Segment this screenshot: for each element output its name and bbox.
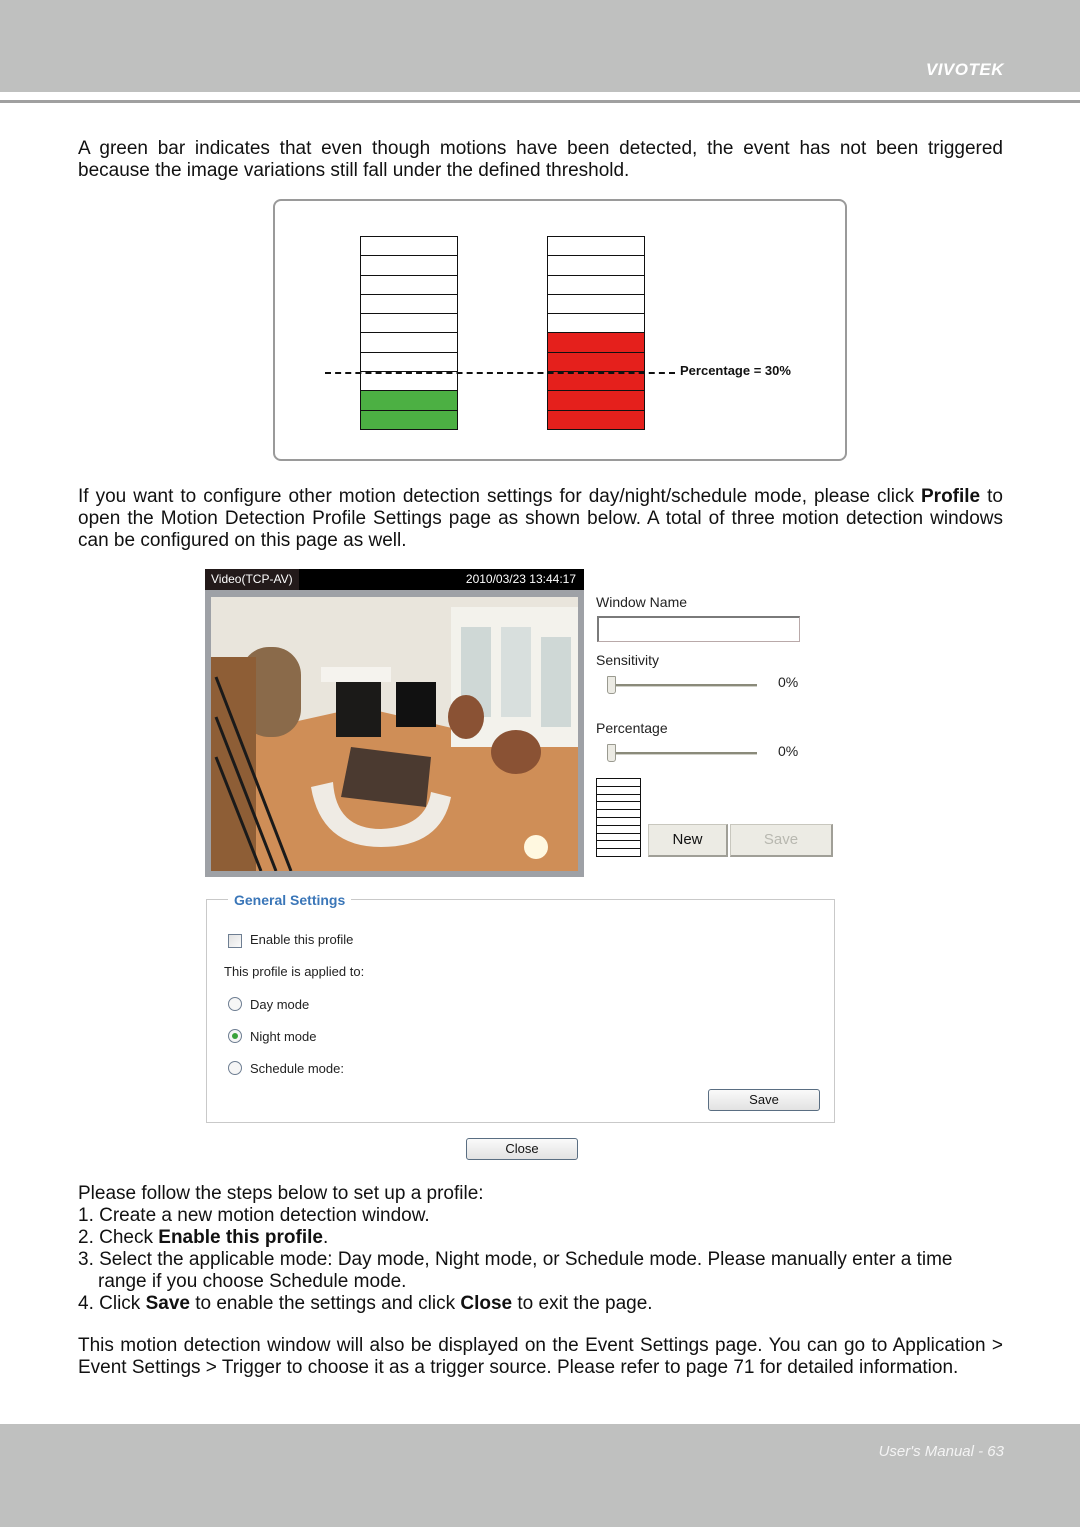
profile-text-1: If you want to configure other motion de… [78, 486, 921, 507]
night-mode-radio[interactable] [228, 1029, 242, 1043]
meter-segment [597, 816, 640, 825]
bar-segment [548, 293, 644, 314]
bar-segment [548, 390, 644, 410]
bar-segment [548, 409, 644, 429]
step-4-text-e: to exit the page. [512, 1293, 653, 1314]
motion-bar-below-threshold [360, 236, 458, 430]
meter-segment [597, 801, 640, 810]
step-2: 2. Check Enable this profile. [78, 1227, 1003, 1249]
step-3: 3. Select the applicable mode: Day mode,… [78, 1249, 1003, 1293]
new-window-button[interactable]: New [648, 824, 728, 857]
schedule-mode-radio[interactable] [228, 1061, 242, 1075]
threshold-label: Percentage = 30% [680, 362, 791, 378]
bar-segment [548, 351, 644, 372]
sensitivity-label: Sensitivity [596, 652, 660, 668]
bar-segment [361, 409, 457, 429]
step-2-bold: Enable this profile [158, 1227, 323, 1248]
video-panel: Video(TCP-AV) 2010/03/23 13:44:17 [205, 569, 584, 877]
save-profile-button[interactable]: Save [708, 1089, 820, 1111]
window-name-input[interactable] [597, 616, 800, 642]
step-2-prefix: 2. Check [78, 1227, 159, 1248]
day-mode-label[interactable]: Day mode [250, 997, 309, 1012]
brand-logo: VIVOTEK [925, 60, 1004, 79]
bar-segment [361, 274, 457, 294]
steps-intro: Please follow the steps below to set up … [78, 1183, 484, 1204]
sensitivity-value: 0% [778, 674, 799, 690]
meter-segment [597, 785, 640, 794]
video-title-bar: Video(TCP-AV) 2010/03/23 13:44:17 [205, 569, 584, 590]
video-stream-title: Video(TCP-AV) [205, 569, 299, 590]
bar-segment [548, 274, 644, 294]
bar-segment [548, 237, 644, 256]
bar-segment [361, 390, 457, 410]
step-4-text-c: to enable the settings and click [189, 1293, 461, 1314]
bar-segment [361, 332, 457, 352]
applied-to-label: This profile is applied to: [224, 964, 365, 979]
sensitivity-slider-track[interactable] [611, 684, 757, 687]
step-4-bold-close: Close [460, 1293, 513, 1314]
percentage-slider-thumb[interactable] [607, 744, 616, 762]
step-4: 4. Click Save to enable the settings and… [78, 1293, 1003, 1315]
bar-segment [361, 293, 457, 314]
motion-level-meter [596, 778, 641, 857]
bar-segment [361, 255, 457, 275]
bar-segment [361, 351, 457, 372]
step-3-line-2: range if you choose Schedule mode. [98, 1271, 407, 1292]
profile-bold: Profile [921, 486, 981, 507]
sensitivity-slider-thumb[interactable] [607, 676, 616, 694]
close-button[interactable]: Close [466, 1138, 578, 1160]
meter-segment [597, 840, 640, 849]
bar-segment [361, 371, 457, 391]
percentage-slider-track[interactable] [611, 752, 757, 755]
living-room-image [211, 597, 578, 871]
night-mode-label[interactable]: Night mode [250, 1029, 316, 1044]
general-settings-legend: General Settings [228, 892, 352, 908]
page-header: VIVOTEK [0, 0, 1080, 92]
step-4-text-a: 4. Click [78, 1293, 146, 1314]
setup-steps: Please follow the steps below to set up … [78, 1183, 1003, 1315]
percentage-value: 0% [778, 743, 799, 759]
bar-segment [361, 237, 457, 256]
meter-segment [597, 779, 640, 786]
header-divider [0, 100, 1080, 103]
profile-paragraph: If you want to configure other motion de… [78, 486, 1003, 552]
bar-segment [548, 255, 644, 275]
intro-paragraph: A green bar indicates that even though m… [78, 138, 1003, 181]
step-3-line-1: 3. Select the applicable mode: Day mode,… [78, 1249, 953, 1270]
meter-segment [597, 848, 640, 856]
schedule-mode-label[interactable]: Schedule mode: [250, 1061, 344, 1076]
meter-segment [597, 809, 640, 817]
day-mode-radio[interactable] [228, 997, 242, 1011]
enable-profile-checkbox[interactable] [228, 934, 242, 948]
window-name-label: Window Name [596, 594, 688, 610]
save-window-button[interactable]: Save [730, 824, 833, 857]
closing-paragraph: This motion detection window will also b… [78, 1335, 1003, 1378]
motion-bar-above-threshold [547, 236, 645, 430]
page-number: User's Manual - 63 [878, 1443, 1004, 1460]
threshold-line [325, 371, 675, 374]
bar-segment [548, 313, 644, 333]
step-4-bold-save: Save [145, 1293, 190, 1314]
step-2-suffix: . [322, 1227, 329, 1248]
meter-segment [597, 824, 640, 833]
meter-segment [597, 793, 640, 802]
step-1: 1. Create a new motion detection window. [78, 1205, 430, 1226]
meter-segment [597, 832, 640, 841]
page-footer [0, 1424, 1080, 1527]
video-timestamp: 2010/03/23 13:44:17 [465, 572, 576, 586]
enable-profile-label[interactable]: Enable this profile [250, 932, 353, 947]
bar-segment [548, 371, 644, 391]
bar-segment [361, 313, 457, 333]
bar-segment [548, 332, 644, 352]
percentage-label: Percentage [596, 720, 668, 736]
live-video-view[interactable] [211, 597, 578, 871]
